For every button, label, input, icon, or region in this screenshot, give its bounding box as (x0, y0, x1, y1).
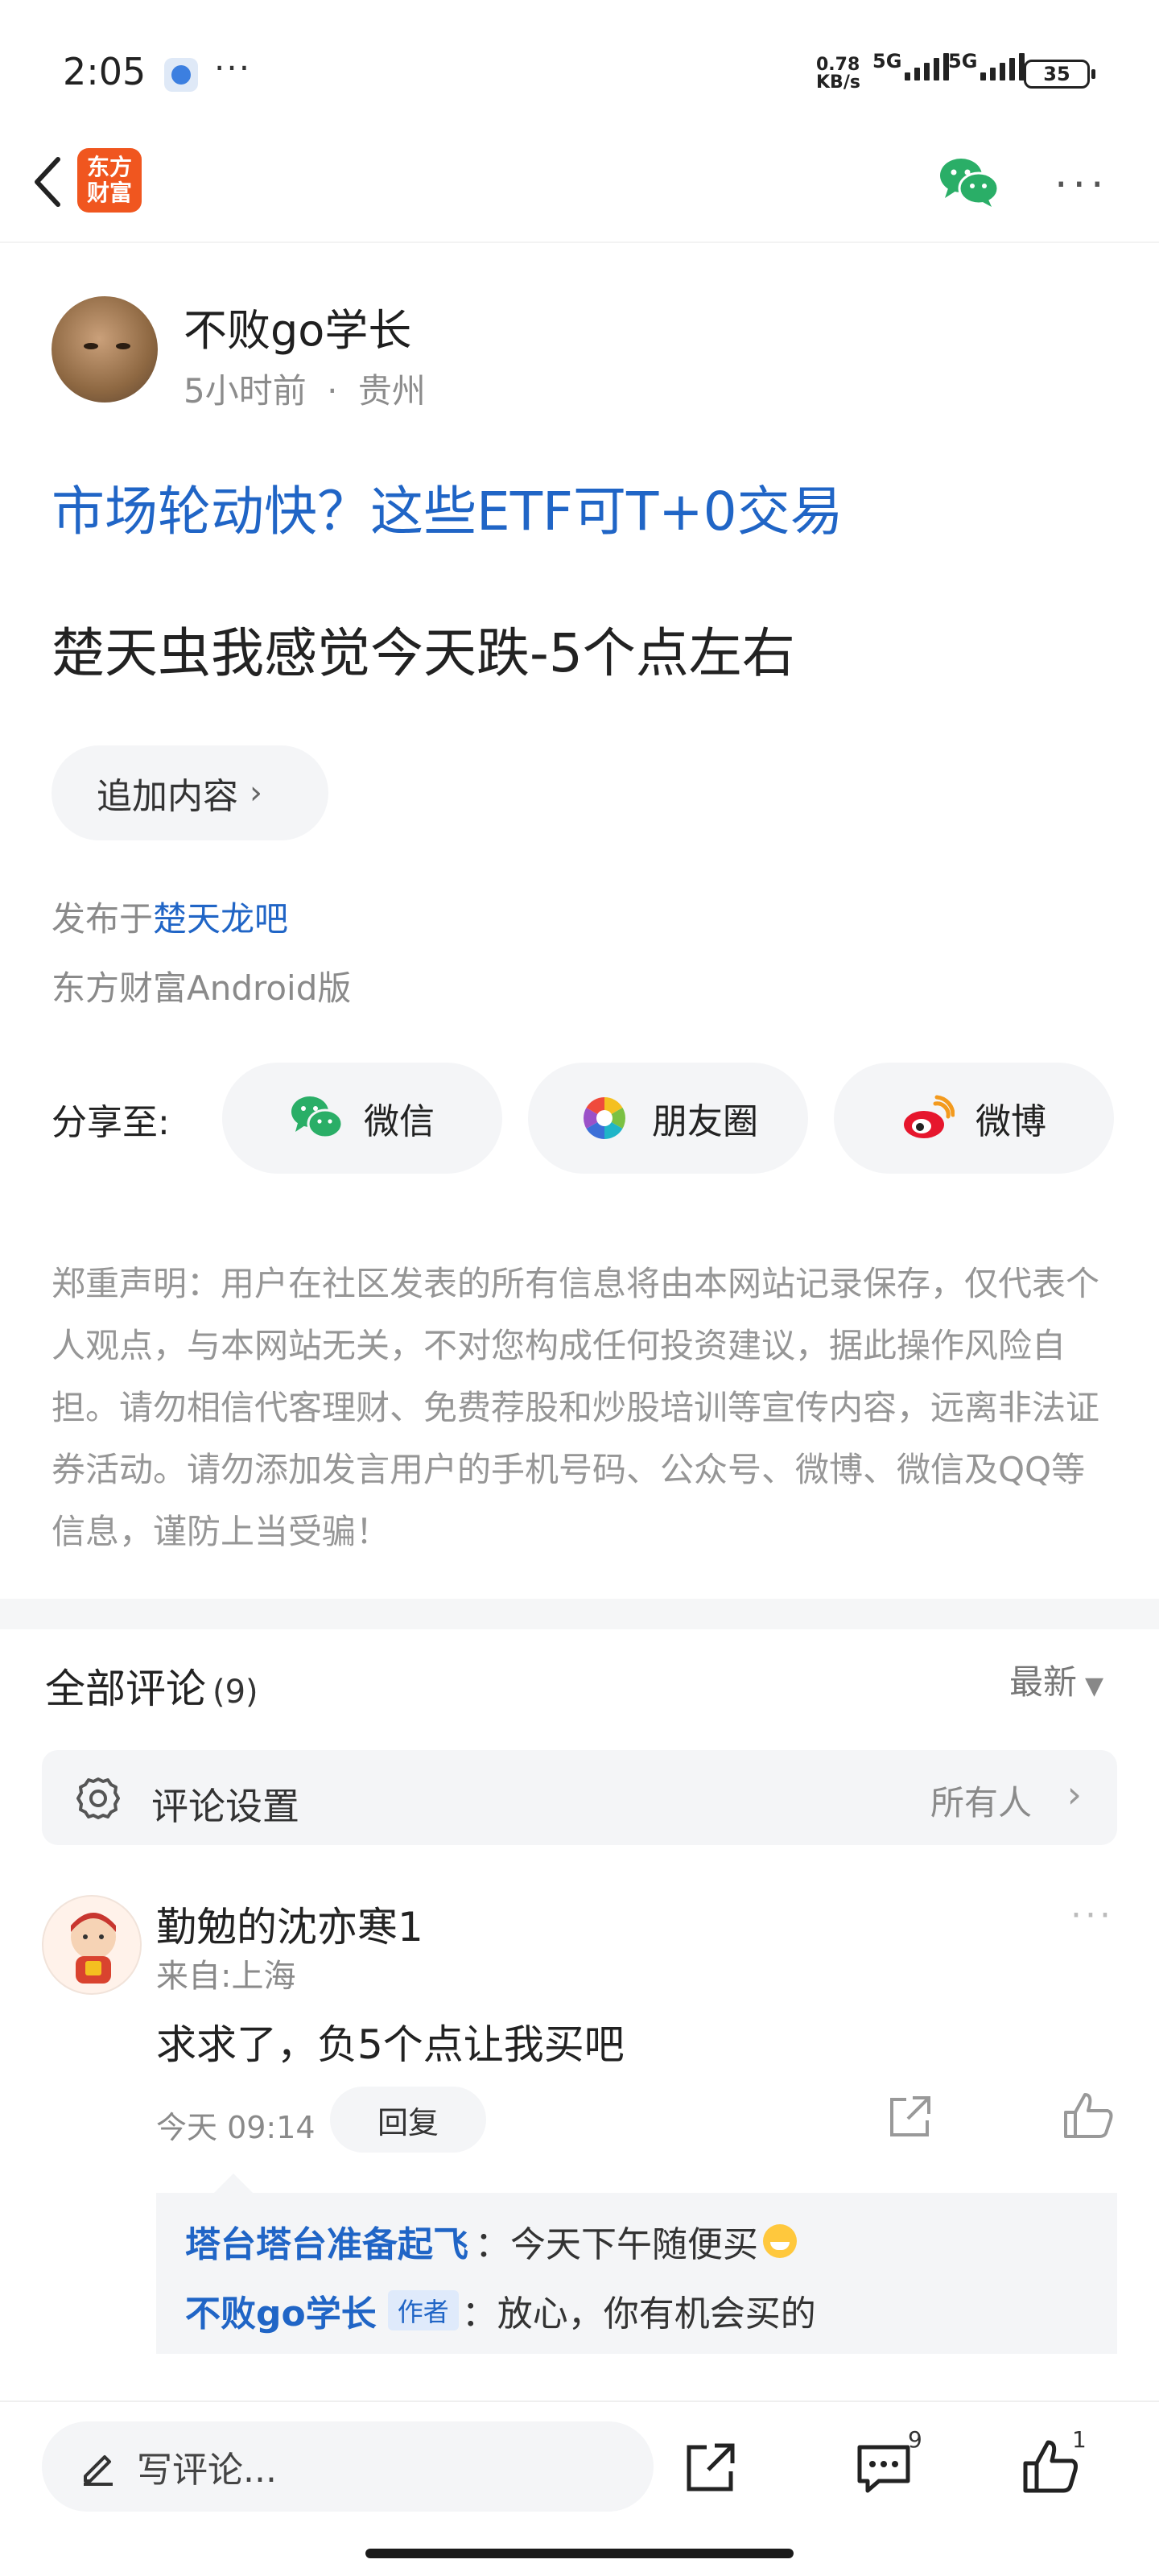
section-divider (0, 1599, 1159, 1629)
battery-icon: 35 (1024, 60, 1095, 89)
post-location: 贵州 (357, 371, 426, 411)
network-speed-unit: KB/s (816, 72, 860, 93)
chevron-right-icon: › (1066, 1773, 1082, 1816)
like-count-badge: 1 (1072, 2426, 1087, 2453)
header-divider (0, 242, 1159, 243)
comment-icon[interactable] (855, 2441, 913, 2496)
comment-settings-label: 评论设置 (151, 1785, 299, 1828)
author-name[interactable]: 不败go学长 (184, 295, 411, 358)
gear-icon (76, 1777, 120, 1819)
sort-label: 最新 (1009, 1662, 1078, 1702)
bottom-bar-divider (0, 2401, 1159, 2402)
published-prefix: 发布于 (52, 899, 154, 939)
comment-count-badge: 9 (908, 2426, 922, 2453)
comments-header: 全部评论 (9) (45, 1657, 258, 1715)
caret-down-icon: ▼ (1085, 1672, 1104, 1700)
write-comment-placeholder: 写评论... (137, 2450, 277, 2491)
post-title-link[interactable]: 市场轮动快？这些ETF可T+0交易 (52, 469, 843, 546)
wechat-share-icon[interactable] (938, 156, 1000, 208)
append-content-label: 追加内容 (97, 776, 238, 817)
author-tag: 作者 (387, 2290, 459, 2330)
more-options-icon[interactable]: ··· (1054, 161, 1109, 209)
comment-share-icon[interactable] (884, 2091, 935, 2143)
reply-user[interactable]: 塔台塔台准备起飞 (185, 2215, 468, 2267)
logo-text-line2: 财富 (86, 180, 132, 206)
stock-bar-link[interactable]: 楚天龙吧 (153, 899, 288, 939)
post-time: 5小时前 (184, 371, 307, 411)
reply-text: ：今天下午随便买 (475, 2224, 758, 2265)
eastmoney-logo: 东方 财富 (77, 148, 142, 213)
share-moments-button[interactable]: 朋友圈 (528, 1063, 808, 1174)
sort-dropdown[interactable]: 最新 ▼ (1009, 1655, 1103, 1704)
reply-item: 塔台塔台准备起飞 ：今天下午随便买 (185, 2215, 797, 2267)
disclaimer-text: 郑重声明：用户在社区发表的所有信息将由本网站记录保存，仅代表个人观点，与本网站无… (52, 1264, 1100, 1551)
wechat-icon (291, 1096, 343, 1139)
write-comment-input[interactable]: 写评论... (42, 2421, 654, 2512)
signal-2: 5G (948, 50, 1025, 80)
share-wechat-button[interactable]: 微信 (222, 1063, 502, 1174)
post-meta: 5小时前 · 贵州 (184, 364, 426, 413)
status-time: 2:05 (63, 50, 146, 93)
meta-separator: · (327, 371, 338, 411)
comment-settings-bar[interactable]: 评论设置 所有人 › (42, 1750, 1117, 1845)
status-bar: 2:05 ··· 0.78 KB/s 5G 5G 35 (0, 0, 1159, 145)
append-content-button[interactable]: 追加内容 › (52, 745, 328, 840)
comments-title: 全部评论 (45, 1666, 206, 1712)
signal-bars-icon (905, 53, 950, 80)
reply-text: ：放心，你有机会买的 (461, 2293, 816, 2334)
signal-bars-icon (980, 53, 1025, 80)
back-arrow-icon[interactable] (26, 153, 74, 211)
home-indicator[interactable] (365, 2549, 794, 2558)
comment-text: 求求了，负5个点让我买吧 (156, 2021, 625, 2068)
moments-icon (584, 1097, 625, 1139)
chevron-right-icon: › (250, 774, 262, 811)
comments-count: (9) (212, 1674, 258, 1711)
browser-app-icon (164, 58, 198, 92)
commenter-location: 来自:上海 (156, 1958, 296, 1995)
like-icon[interactable] (1021, 2438, 1079, 2496)
share-icon[interactable] (681, 2439, 739, 2497)
logo-text-line1: 东方 (86, 154, 132, 180)
network-speed-value: 0.78 (816, 55, 860, 75)
share-moments-label: 朋友圈 (652, 1101, 758, 1142)
weibo-icon (904, 1095, 955, 1138)
network-type-2: 5G (948, 50, 978, 72)
reply-button[interactable]: 回复 (330, 2087, 486, 2153)
status-more-icon: ··· (214, 48, 252, 88)
grinning-face-icon (763, 2224, 797, 2258)
share-weibo-label: 微博 (975, 1101, 1046, 1142)
reply-user[interactable]: 不败go学长 (185, 2285, 377, 2336)
pencil-icon (84, 2455, 113, 2486)
comment-settings-value: 所有人 (930, 1783, 1032, 1823)
post-body: 楚天虫我感觉今天跌-5个点左右 (52, 622, 795, 684)
commenter-avatar[interactable] (42, 1895, 142, 1995)
comment-like-icon[interactable] (1061, 2090, 1116, 2141)
client-source: 东方财富Android版 (52, 968, 352, 1008)
comment-more-icon[interactable]: ··· (1070, 1895, 1114, 1936)
network-speed: 0.78 KB/s (816, 56, 860, 92)
share-weibo-button[interactable]: 微博 (834, 1063, 1114, 1174)
commenter-name[interactable]: 勤勉的沈亦寒1 (156, 1895, 423, 1953)
share-label: 分享至: (52, 1102, 170, 1143)
reply-thread: 塔台塔台准备起飞 ：今天下午随便买 不败go学长 作者 ：放心，你有机会买的 (156, 2174, 1117, 2354)
published-in: 发布于楚天龙吧 (52, 892, 288, 941)
comment-time: 今天 09:14 (156, 2110, 316, 2145)
author-avatar[interactable] (52, 296, 158, 402)
share-wechat-label: 微信 (364, 1101, 435, 1142)
reply-item: 不败go学长 作者 ：放心，你有机会买的 (185, 2285, 816, 2336)
network-type-1: 5G (872, 50, 902, 72)
signal-1: 5G (872, 50, 950, 80)
